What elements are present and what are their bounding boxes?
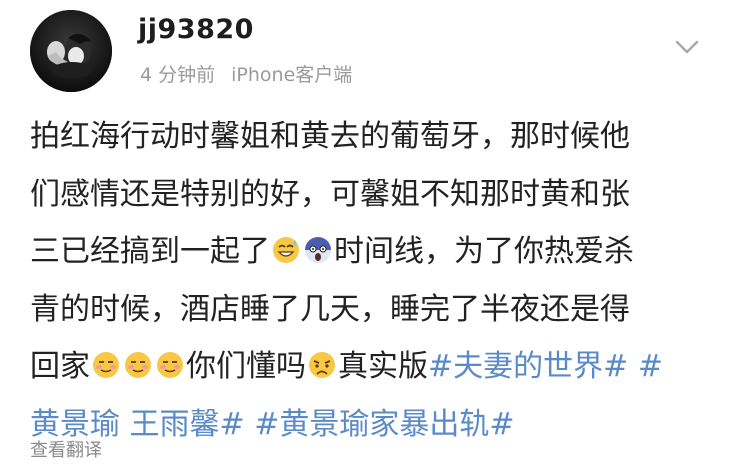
hashtag-link[interactable]: # <box>638 349 663 384</box>
chevron-down-icon[interactable] <box>672 32 702 62</box>
awkward-smile-icon <box>123 350 153 380</box>
post-meta: 4 分钟前 iPhone客户端 <box>140 60 352 87</box>
post-content: 拍红海行动时馨姐和黄去的葡萄牙，那时候他 们感情还是特别的好，可馨姐不知那时黄和… <box>30 108 720 453</box>
avatar-image <box>30 10 112 92</box>
post-time: 4 分钟前 <box>140 64 216 86</box>
hashtag-link[interactable]: #黄景瑜家暴出轨# <box>254 407 514 442</box>
avatar[interactable] <box>30 10 112 92</box>
shocked-scream-icon <box>303 235 333 265</box>
content-line: 回家 你们懂吗 真实版#夫妻的世界# # <box>30 338 720 396</box>
content-text: 你们懂吗 <box>186 349 306 384</box>
content-text: 三已经搞到一起了 <box>30 234 270 269</box>
translate-link[interactable]: 查看翻译 <box>30 436 102 462</box>
awkward-smile-icon <box>91 350 121 380</box>
sad-face-icon <box>307 350 337 380</box>
content-line: 拍红海行动时馨姐和黄去的葡萄牙，那时候他 <box>30 119 630 154</box>
content-line: 三已经搞到一起了 时间线，为了你热爱杀 <box>30 223 720 281</box>
content-text: 回家 <box>30 349 90 384</box>
awkward-smile-icon <box>155 350 185 380</box>
content-line: 青的时候，酒店睡了几天，睡完了半夜还是得 <box>30 291 630 327</box>
hashtag-link[interactable]: #夫妻的世界# <box>428 349 628 384</box>
content-line: 黄景瑜 王雨馨# #黄景瑜家暴出轨# <box>30 396 720 454</box>
post-source[interactable]: iPhone客户端 <box>231 60 352 87</box>
grin-sweat-icon <box>271 235 301 265</box>
content-text: 时间线，为了你热爱杀 <box>334 234 634 269</box>
username[interactable]: jj93820 <box>138 14 254 45</box>
content-line: 们感情还是特别的好，可馨姐不知那时黄和张 <box>30 176 630 212</box>
content-text: 真实版 <box>338 349 428 384</box>
weibo-post: jj93820 4 分钟前 iPhone客户端 拍红海行动时馨姐和黄去的葡萄牙，… <box>0 0 732 472</box>
